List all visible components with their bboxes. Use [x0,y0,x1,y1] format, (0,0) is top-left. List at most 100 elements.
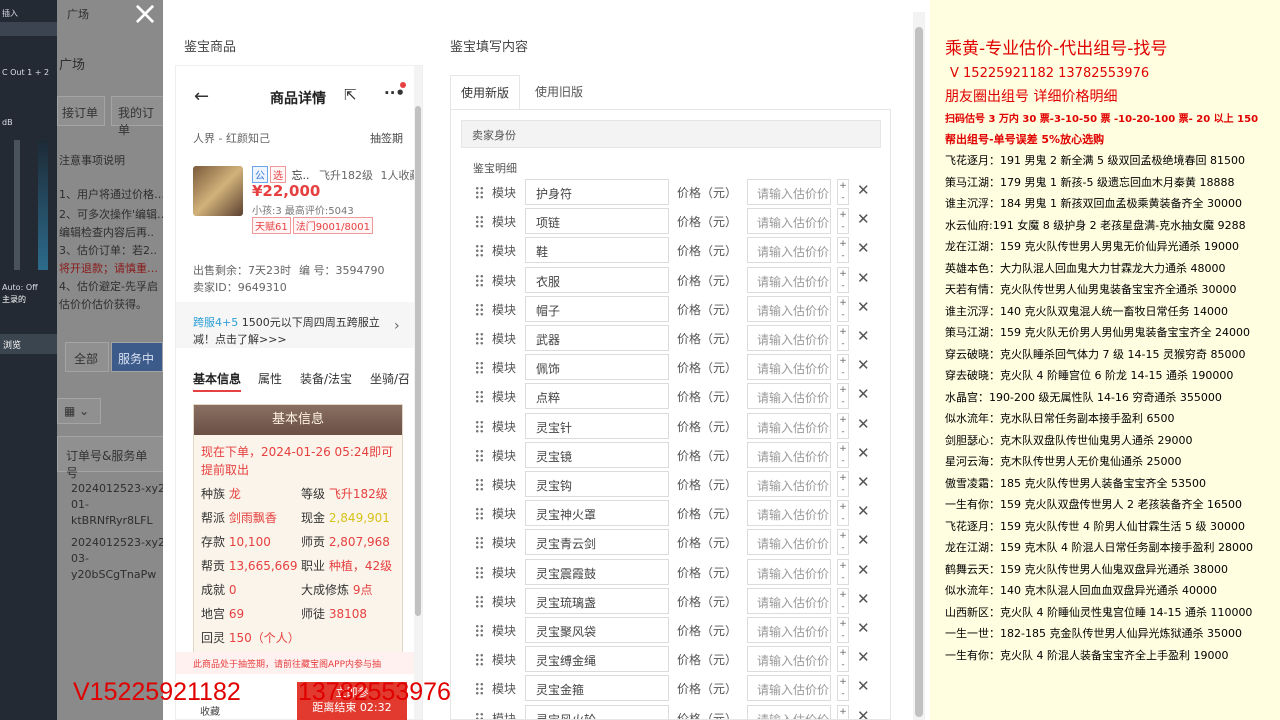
close-icon[interactable]: ✕ [857,707,870,719]
drag-handle-icon[interactable] [475,390,484,404]
close-icon[interactable]: ✕ [857,590,870,608]
drag-handle-icon[interactable] [475,536,484,550]
back-arrow-icon[interactable]: ← [194,86,209,107]
daw-output-label[interactable]: C Out 1 + 2 [0,68,57,77]
bg-order-line[interactable]: 01- [71,498,89,511]
tab-basic-info[interactable]: 基本信息 [193,370,242,392]
price-stepper[interactable]: +- [837,587,849,614]
price-stepper[interactable]: +- [837,471,849,497]
price-input[interactable]: 请输入估价价 [747,587,831,614]
minus-icon[interactable]: - [841,368,844,378]
close-icon[interactable]: ✕ [857,561,870,579]
plus-icon[interactable]: + [839,210,847,220]
price-input[interactable]: 请输入估价价 [747,354,831,381]
price-stepper[interactable]: +- [837,179,849,205]
price-stepper[interactable]: +- [837,354,849,381]
price-input[interactable]: 请输入估价价 [747,471,831,497]
close-icon[interactable]: ✕ [857,356,870,374]
drag-handle-icon[interactable] [475,215,484,229]
module-name-field[interactable]: 鞋 [525,237,669,264]
minus-icon[interactable]: - [841,193,844,203]
module-name-field[interactable]: 灵宝针 [525,412,669,439]
close-icon[interactable]: ✕ [857,239,870,257]
plus-icon[interactable]: + [839,707,847,717]
daw-volume-fader[interactable] [14,140,20,270]
close-icon[interactable]: ✕ [857,181,870,199]
plus-icon[interactable]: + [839,239,847,249]
minus-icon[interactable]: - [841,573,844,583]
close-icon[interactable]: ✕ [857,444,870,462]
bg-order-line[interactable]: 2024012523-xy2 [71,536,163,549]
minus-icon[interactable]: - [841,456,844,466]
drag-handle-icon[interactable] [475,653,484,667]
price-stepper[interactable]: +- [837,237,849,264]
minus-icon[interactable]: - [841,602,844,612]
module-name-field[interactable]: 灵宝缚金绳 [525,646,669,673]
close-icon[interactable]: ✕ [857,327,870,345]
plus-icon[interactable]: + [839,269,847,279]
price-input[interactable]: 请输入估价价 [747,675,831,702]
minus-icon[interactable]: - [841,631,844,641]
drag-handle-icon[interactable] [475,682,484,696]
drag-handle-icon[interactable] [475,448,484,462]
module-name-field[interactable]: 灵宝风火轮 [525,704,669,719]
minus-icon[interactable]: - [841,427,844,437]
minus-icon[interactable]: - [841,660,844,670]
plus-icon[interactable]: + [839,327,847,337]
plus-icon[interactable]: + [839,648,847,658]
plus-icon[interactable]: + [839,590,847,600]
price-stepper[interactable]: +- [837,325,849,351]
bg-order-line[interactable]: y20bSCgTnaPw [71,568,156,581]
tab-new-version[interactable]: 使用新版 [450,75,520,109]
daw-insert-label[interactable]: 插入 [0,8,57,19]
price-stepper[interactable]: +- [837,500,849,527]
minus-icon[interactable]: - [841,485,844,495]
close-icon[interactable]: ✕ [857,677,870,695]
drag-handle-icon[interactable] [475,361,484,375]
daw-auto-label[interactable]: Auto: Off [0,283,57,292]
tab-old-version[interactable]: 使用旧版 [524,75,594,109]
close-icon[interactable]: ✕ [857,531,870,549]
plus-icon[interactable]: + [839,473,847,483]
plus-icon[interactable]: + [839,502,847,512]
plus-icon[interactable]: + [839,181,847,191]
bg-grid-dropdown[interactable]: ▦ ⌄ [57,398,101,424]
price-stepper[interactable]: +- [837,675,849,702]
drag-handle-icon[interactable] [475,565,484,579]
plus-icon[interactable]: + [839,619,847,629]
minus-icon[interactable]: - [841,251,844,261]
form-scrollbar[interactable] [913,12,925,720]
minus-icon[interactable]: - [841,310,844,320]
minus-icon[interactable]: - [841,689,844,699]
phone-scrollbar-thumb[interactable] [415,106,421,616]
minus-icon[interactable]: - [841,543,844,553]
drag-handle-icon[interactable] [475,711,484,719]
price-input[interactable]: 请输入估价价 [747,237,831,264]
drag-handle-icon[interactable] [475,507,484,521]
plus-icon[interactable]: + [839,531,847,541]
price-input[interactable]: 请输入估价价 [747,500,831,527]
module-name-field[interactable]: 灵宝聚风袋 [525,617,669,643]
module-name-field[interactable]: 武器 [525,325,669,351]
close-icon[interactable]: ✕ [857,269,870,287]
price-input[interactable]: 请输入估价价 [747,208,831,235]
price-input[interactable]: 请输入估价价 [747,646,831,673]
character-avatar[interactable] [193,166,243,216]
price-stepper[interactable]: +- [837,412,849,439]
price-input[interactable]: 请输入估价价 [747,179,831,205]
price-input[interactable]: 请输入估价价 [747,704,831,719]
bg-tab-mine[interactable]: 我的订单 [111,96,163,137]
price-input[interactable]: 请输入估价价 [747,412,831,439]
drag-handle-icon[interactable] [475,478,484,491]
plus-icon[interactable]: + [839,677,847,687]
bg-filter-all[interactable]: 全部 [65,342,109,372]
price-stepper[interactable]: +- [837,558,849,585]
module-name-field[interactable]: 灵宝震霞鼓 [525,558,669,585]
price-input[interactable]: 请输入估价价 [747,441,831,468]
module-name-field[interactable]: 灵宝琉璃盏 [525,587,669,614]
plus-icon[interactable]: + [839,385,847,395]
close-icon[interactable]: ✕ [857,648,870,666]
price-stepper[interactable]: +- [837,208,849,235]
price-stepper[interactable]: +- [837,295,849,322]
price-stepper[interactable]: +- [837,266,849,293]
